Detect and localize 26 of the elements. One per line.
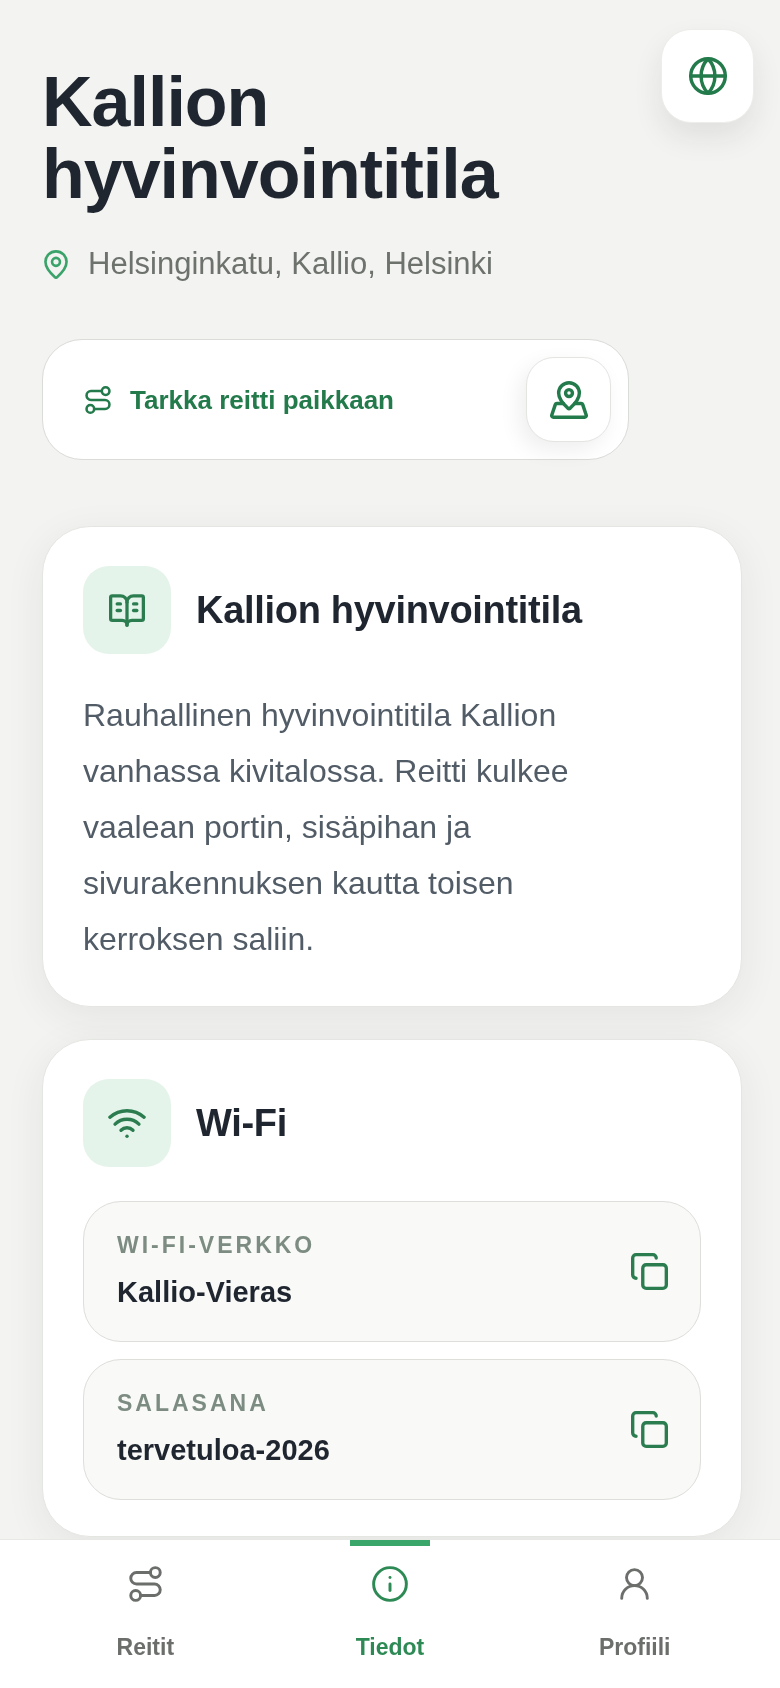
globe-icon: [688, 57, 727, 95]
copy-button[interactable]: [631, 1410, 668, 1448]
field-value: Kallio-Vieras: [117, 1275, 294, 1310]
field-label: WI-FI-VERKKO: [117, 1231, 316, 1260]
copy-button[interactable]: [631, 1252, 668, 1290]
nav-tab[interactable]: Profiili: [512, 1540, 757, 1688]
open-book-icon: [83, 566, 171, 654]
route-icon: [85, 385, 111, 414]
copy-icon: [631, 1410, 668, 1448]
route-button[interactable]: Tarkka reitti paikkaan: [85, 383, 394, 416]
route-icon: [128, 1566, 162, 1602]
field-label: SALASANA: [117, 1389, 270, 1418]
globe-button[interactable]: [661, 29, 754, 123]
map-button[interactable]: [526, 357, 611, 442]
location-text: Helsinginkatu, Kallio, Helsinki: [88, 246, 493, 282]
info-icon: [372, 1566, 408, 1602]
person-icon: [620, 1568, 650, 1600]
map-pin-icon: [44, 249, 68, 279]
pin-on-map-icon: [549, 380, 588, 419]
field-value: tervetuloa-2026: [117, 1433, 330, 1468]
card-title: Kallion hyvinvointitila: [196, 588, 582, 632]
card-title: Wi-Fi: [196, 1101, 287, 1145]
nav-tab[interactable]: Reitit: [23, 1540, 268, 1688]
description-text: Rauhallinen hyvinvointitila Kallion vanhassa kivitalossa. Reitti kulkee vaalean portin, sisäpihan ja sivurakennuksen kautta toisen kerroksen saliin.: [83, 696, 570, 959]
copy-icon: [631, 1252, 668, 1290]
wifi-icon: [83, 1079, 171, 1167]
